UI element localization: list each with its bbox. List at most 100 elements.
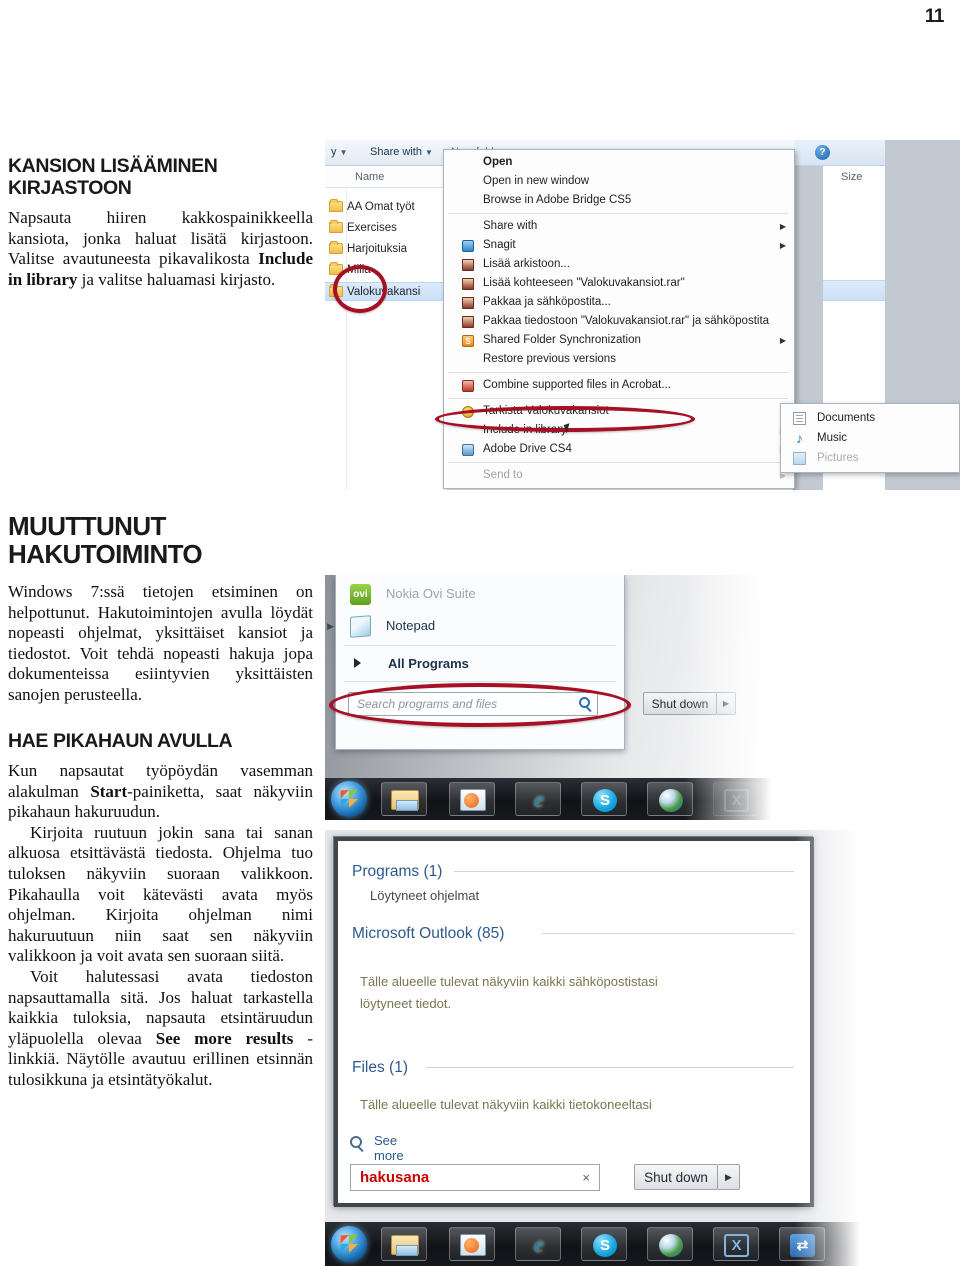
menu-item-label: Open in new window (483, 175, 590, 187)
section1-paragraph: Napsauta hiiren kakkospainikkeella kansi… (8, 208, 313, 290)
menu-item-browse-in-adobe-bridge[interactable]: Browse in Adobe Bridge CS5 (444, 191, 794, 210)
winrar-icon (462, 297, 474, 309)
menu-item-label: Open (483, 156, 513, 168)
start-orb-icon[interactable] (331, 1226, 367, 1262)
menu-separator (344, 681, 616, 682)
submenu-item-music[interactable]: ♪ Music (781, 428, 959, 448)
taskbar-button-media-player[interactable] (449, 782, 495, 816)
page-number: 11 (924, 6, 945, 27)
folder-row[interactable]: AA Omat työt (329, 198, 415, 217)
menu-item-lisaa-arkistoon[interactable]: Lisää arkistoon... (444, 255, 794, 274)
start-menu-results-panel: Programs (1) Löytyneet ohjelmat Microsof… (333, 836, 814, 1207)
taskbar-button-internet-explorer[interactable]: e (515, 1227, 561, 1261)
folder-icon (329, 220, 343, 233)
menu-separator (448, 398, 788, 399)
explorer-toolbar-right: ? (795, 140, 885, 166)
folder-icon (329, 199, 343, 212)
folder-row[interactable]: Exercises (329, 219, 397, 238)
toolbar-library-button[interactable]: y ▼ (331, 146, 347, 158)
section1-paragraph-part2: ja valitse haluamasi kirjasto. (77, 269, 276, 289)
column-header-name[interactable]: Name (355, 171, 384, 183)
picture-icon (793, 452, 806, 465)
submenu-arrow-icon: ▶ (779, 336, 786, 345)
include-in-library-submenu: Documents ♪ Music Pictures (780, 403, 960, 473)
start-menu-item-label: Notepad (386, 618, 436, 633)
help-icon[interactable]: ? (815, 145, 830, 160)
result-item-loytyneet-ohjelmat[interactable]: Löytyneet ohjelmat (370, 888, 479, 903)
result-note-outlook-line1: Tälle alueelle tulevat näkyviin kaikki s… (360, 974, 658, 989)
taskbar-button-media-player[interactable] (449, 1227, 495, 1261)
menu-item-restore-previous-versions[interactable]: Restore previous versions (444, 350, 794, 369)
toolbar-share-with-label: Share with (370, 146, 422, 158)
taskbar-button-globe[interactable] (647, 1227, 693, 1261)
submenu-item-documents[interactable]: Documents (781, 408, 959, 428)
winrar-icon (462, 316, 474, 328)
adobe-drive-icon (462, 444, 474, 456)
ovi-icon: ovi (350, 584, 371, 605)
result-note-outlook-line2: löytyneet tiedot. (360, 996, 452, 1011)
shutdown-button[interactable]: Shut down (634, 1164, 718, 1190)
start-orb-icon[interactable] (331, 781, 367, 817)
screenshot-start-menu-search: ovi Nokia Ovi Suite Notepad ▶ All Progra… (325, 575, 805, 820)
taskbar-button-explorer[interactable] (381, 1227, 427, 1261)
result-group-rule (542, 933, 794, 934)
section3-paragraph-c: Voit halutessasi avata tiedoston napsaut… (8, 967, 313, 1091)
search-input[interactable]: hakusana × (350, 1164, 600, 1191)
taskbar-button-skype[interactable]: S (581, 1227, 627, 1261)
taskbar-button-x-app[interactable]: X (713, 1227, 759, 1261)
chevron-right-icon (354, 658, 361, 668)
taskbar-button-explorer[interactable] (381, 782, 427, 816)
menu-item-label: Restore previous versions (483, 353, 616, 365)
snagit-icon (462, 240, 474, 252)
selected-row-highlight (823, 280, 885, 301)
folder-icon (329, 241, 343, 254)
column-header-size[interactable]: Size (841, 171, 862, 183)
submenu-item-pictures[interactable]: Pictures (781, 448, 959, 468)
result-group-heading-files: Files (1) (352, 1059, 408, 1076)
shutdown-options-arrow-icon[interactable]: ▶ (718, 1164, 740, 1190)
submenu-arrow-icon: ▶ (779, 222, 786, 231)
document-icon (793, 412, 806, 425)
menu-item-shared-folder-synchronization[interactable]: S Shared Folder Synchronization ▶ (444, 331, 794, 350)
toolbar-share-with-button[interactable]: Share with ▼ (370, 146, 433, 158)
menu-item-lisaa-kohteeseen[interactable]: Lisää kohteeseen "Valokuvakansiot.rar" (444, 274, 794, 293)
context-menu: Open Open in new window Browse in Adobe … (443, 149, 795, 489)
acrobat-icon (462, 380, 474, 392)
section1-heading: KANSION LISÄÄMINEN KIRJASTOON (8, 155, 313, 199)
media-player-icon (460, 789, 486, 811)
taskbar-button-internet-explorer[interactable]: e (515, 782, 561, 816)
section2-heading: MUUTTUNUT HAKUTOIMINTO (8, 511, 203, 569)
menu-item-open[interactable]: Open (444, 153, 794, 172)
menu-item-label: Pakkaa tiedostoon "Valokuvakansiot.rar" … (483, 315, 770, 327)
result-note-files-line1: Tälle alueelle tulevat näkyviin kaikki t… (360, 1097, 652, 1112)
globe-icon (659, 789, 683, 812)
media-player-icon (460, 1234, 486, 1256)
menu-item-pakkaa-tiedostoon[interactable]: Pakkaa tiedostoon "Valokuvakansiot.rar" … (444, 312, 794, 331)
folder-row[interactable]: Harjoituksia (329, 240, 407, 259)
menu-item-share-with[interactable]: Share with ▶ (444, 217, 794, 236)
annotation-ellipse-folder (333, 265, 387, 313)
menu-item-combine-supported-files[interactable]: Combine supported files in Acrobat... (444, 376, 794, 395)
skype-icon: S (593, 789, 617, 812)
section-hae-pikahaun-avulla: HAE PIKAHAUN AVULLA Kun napsautat työpöy… (8, 730, 313, 1091)
chevron-down-icon: ▼ (425, 148, 433, 157)
menu-item-pakkaa-ja-sahkopostita[interactable]: Pakkaa ja sähköpostita... (444, 293, 794, 312)
notepad-icon (350, 615, 371, 638)
image-fade-edge (795, 830, 885, 1266)
result-group-heading-programs: Programs (1) (352, 863, 443, 880)
menu-item-adobe-drive-cs4[interactable]: Adobe Drive CS4 ▶ (444, 440, 794, 459)
section-muuttunut-hakutoiminto: MUUTTUNUT HAKUTOIMINTO Windows 7:ssä tie… (8, 512, 313, 706)
section3-heading: HAE PIKAHAUN AVULLA (8, 730, 233, 752)
menu-item-snagit[interactable]: Snagit ▶ (444, 236, 794, 255)
section1-heading-line2: KIRJASTOON (8, 177, 132, 199)
winrar-icon (462, 278, 474, 290)
explorer-icon (391, 1235, 419, 1256)
music-note-icon: ♪ (796, 430, 803, 446)
clear-icon[interactable]: × (582, 1170, 590, 1185)
menu-item-send-to[interactable]: Send to ▶ (444, 466, 794, 485)
taskbar-button-skype[interactable]: S (581, 782, 627, 816)
submenu-arrow-icon: ▶ (779, 241, 786, 250)
menu-item-open-in-new-window[interactable]: Open in new window (444, 172, 794, 191)
section3-paragraph-c-bold: See more results (155, 1028, 294, 1048)
folder-label: AA Omat työt (347, 201, 415, 213)
